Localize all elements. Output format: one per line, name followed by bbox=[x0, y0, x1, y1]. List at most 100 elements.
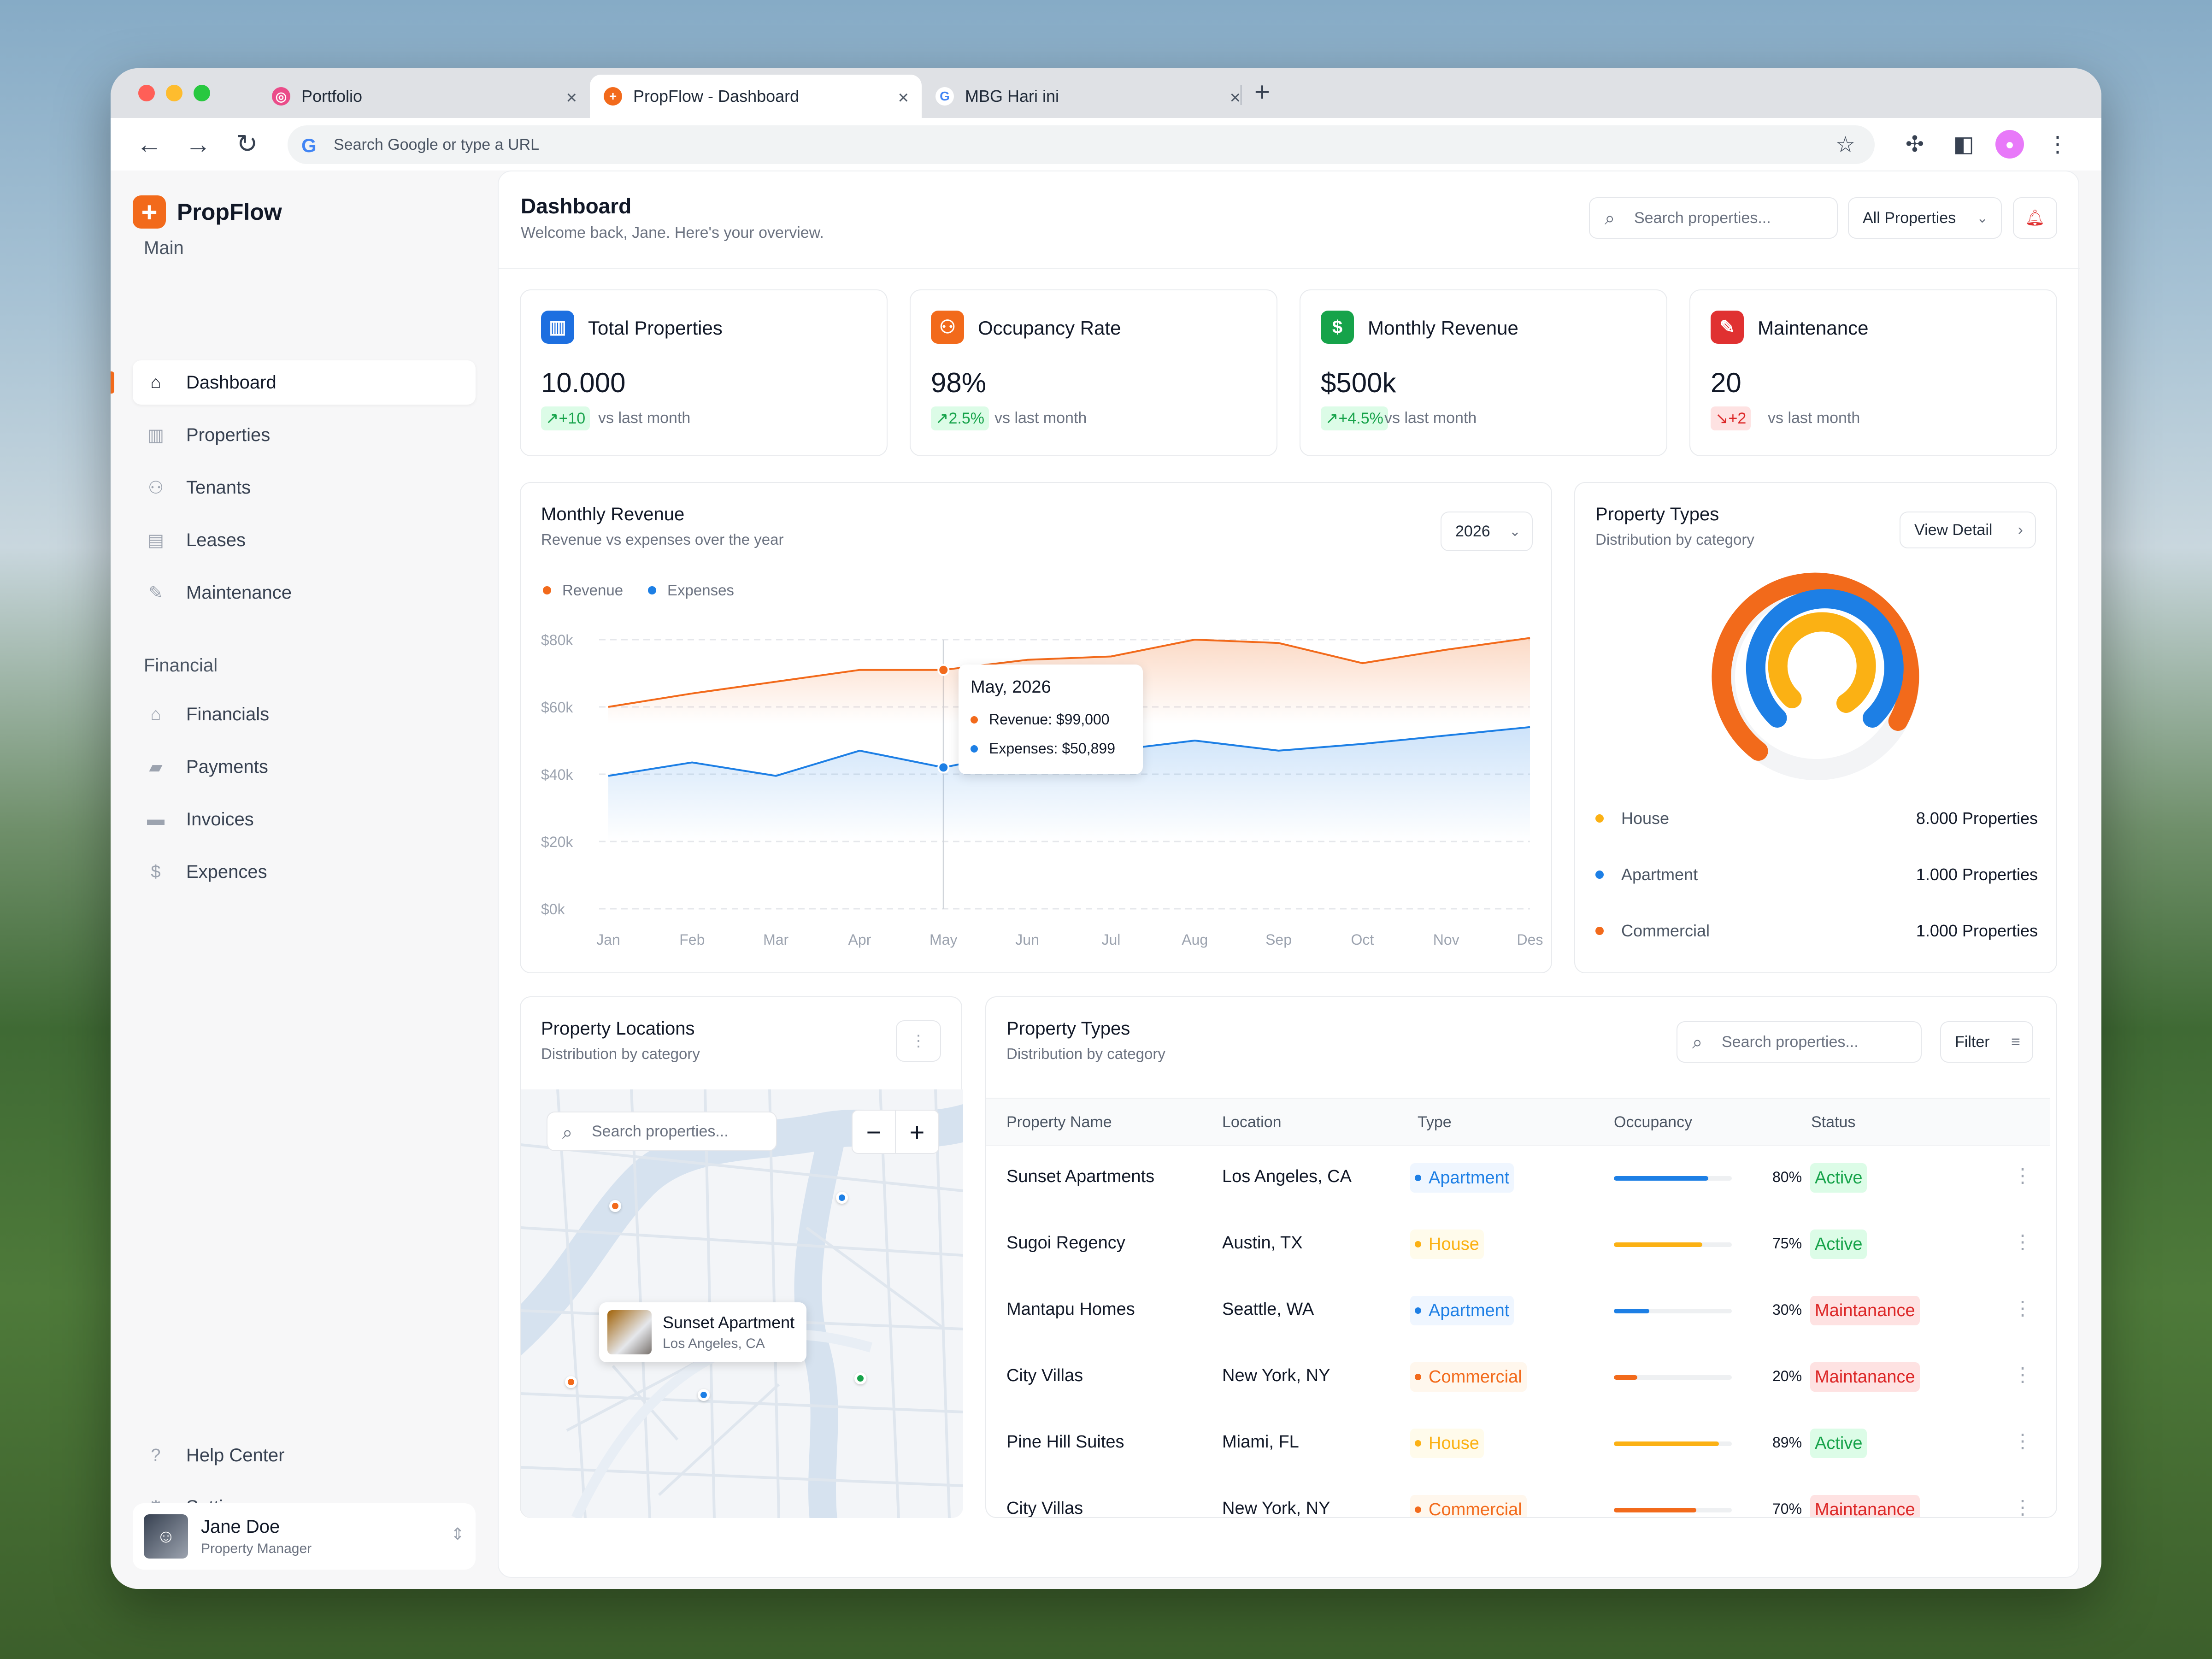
minimize-window-button[interactable] bbox=[166, 85, 182, 101]
property-filter-select[interactable]: All Properties ⌄ bbox=[1848, 197, 2002, 239]
address-bar[interactable]: G Search Google or type a URL ☆ bbox=[288, 125, 1875, 164]
type-badge: Apartment bbox=[1410, 1163, 1514, 1193]
search-input[interactable]: ⌕ Search properties... bbox=[1589, 197, 1838, 239]
occupancy-value: 30% bbox=[1772, 1301, 1802, 1318]
column-header[interactable]: Location bbox=[1222, 1113, 1282, 1131]
tab-label: PropFlow - Dashboard bbox=[633, 87, 800, 106]
map-pin[interactable] bbox=[565, 1376, 577, 1388]
map-view[interactable]: ⌕ Search properties... − + Sunset Apartm… bbox=[521, 1089, 963, 1518]
table-row[interactable]: City Villas New York, NY Commercial 20% … bbox=[986, 1345, 2050, 1411]
sidebar-item-leases[interactable]: ▤ Leases bbox=[133, 518, 476, 562]
more-options-button[interactable]: ⋮ bbox=[896, 1020, 941, 1062]
sidebar-item-label: Expences bbox=[186, 861, 267, 882]
sidebar-item-financials[interactable]: ⌂ Financials bbox=[133, 692, 476, 736]
sidebar-item-help-center[interactable]: ? Help Center bbox=[133, 1433, 476, 1477]
stat-card[interactable]: ▥ Total Properties 10.000 ↗ +10 vs last m… bbox=[520, 289, 888, 456]
sidebar-item-tenants[interactable]: ⚇ Tenants bbox=[133, 465, 476, 510]
stat-label: Monthly Revenue bbox=[1368, 317, 1518, 339]
sidebar-item-invoices[interactable]: ▬ Invoices bbox=[133, 797, 476, 841]
sidebar-item-label: Financials bbox=[186, 704, 270, 724]
chevron-down-icon: ⌄ bbox=[1976, 210, 1988, 226]
column-header[interactable]: Type bbox=[1418, 1113, 1452, 1131]
bookmark-star-icon[interactable]: ☆ bbox=[1835, 132, 1855, 158]
legend-dot bbox=[1595, 871, 1604, 879]
stat-card[interactable]: ✎ Maintenance 20 ↘ +2 vs last month bbox=[1689, 289, 2057, 456]
profile-avatar-icon[interactable]: ● bbox=[1995, 130, 2024, 159]
trend-down-icon: ↘ bbox=[1715, 410, 1729, 427]
tab-propflow[interactable]: + PropFlow - Dashboard × bbox=[590, 75, 922, 118]
tab-mbg[interactable]: G MBG Hari ini × bbox=[922, 75, 1253, 118]
close-window-button[interactable] bbox=[138, 85, 155, 101]
type-badge: House bbox=[1410, 1230, 1484, 1259]
y-tick-label: $60k bbox=[541, 699, 573, 716]
chevron-right-icon: › bbox=[2018, 521, 2023, 539]
maximize-window-button[interactable] bbox=[194, 85, 210, 101]
extensions-icon[interactable]: ✣ bbox=[1899, 128, 1931, 160]
map-pin[interactable] bbox=[836, 1192, 848, 1204]
propflow-icon: + bbox=[604, 87, 622, 106]
tooltip-dot bbox=[971, 745, 978, 753]
side-panel-icon[interactable]: ◧ bbox=[1947, 128, 1980, 160]
map-pin[interactable] bbox=[609, 1200, 621, 1212]
table-row[interactable]: Sunset Apartments Los Angeles, CA Apartm… bbox=[986, 1146, 2050, 1212]
map-pin[interactable] bbox=[854, 1372, 866, 1384]
x-tick-label: Des bbox=[1517, 931, 1543, 948]
row-menu-icon[interactable]: ⋮ bbox=[2013, 1430, 2032, 1452]
type-label: House bbox=[1429, 1433, 1479, 1453]
stat-comparison: vs last month bbox=[1384, 409, 1477, 427]
map-pin-selected[interactable] bbox=[698, 1389, 710, 1401]
type-value: 1.000 Properties bbox=[1916, 921, 2038, 940]
y-tick-label: $20k bbox=[541, 834, 573, 850]
close-tab-icon[interactable]: × bbox=[898, 88, 909, 108]
home-icon: ⌂ bbox=[150, 372, 161, 392]
search-icon: ⌕ bbox=[1605, 208, 1615, 229]
tab-bar: ◎ Portfolio × + PropFlow - Dashboard × G… bbox=[111, 68, 2101, 118]
back-icon[interactable]: ← bbox=[132, 126, 167, 161]
sidebar-item-expences[interactable]: $ Expences bbox=[133, 850, 476, 894]
notifications-button[interactable]: 🔔︎ bbox=[2013, 197, 2057, 239]
filter-button[interactable]: Filter ≡ bbox=[1940, 1021, 2033, 1063]
type-dot bbox=[1415, 1440, 1421, 1447]
reload-icon[interactable]: ↻ bbox=[229, 126, 265, 161]
avatar: ☺ bbox=[144, 1514, 188, 1559]
user-profile[interactable]: ☺ Jane Doe Property Manager ⇕ bbox=[133, 1503, 476, 1570]
forward-icon[interactable]: → bbox=[181, 126, 216, 161]
table-row[interactable]: Sugoi Regency Austin, TX House 75% Activ… bbox=[986, 1212, 2050, 1278]
type-item-apartment: Apartment 1.000 Properties bbox=[1595, 861, 2038, 888]
table-search-input[interactable]: ⌕ Search properties... bbox=[1677, 1021, 1922, 1063]
stat-card[interactable]: $ Monthly Revenue $500k ↗ +4.5% vs last m… bbox=[1300, 289, 1667, 456]
row-menu-icon[interactable]: ⋮ bbox=[2013, 1363, 2032, 1386]
map-search-input[interactable]: ⌕ Search properties... bbox=[547, 1112, 777, 1151]
zoom-in-button[interactable]: + bbox=[895, 1110, 939, 1154]
row-menu-icon[interactable]: ⋮ bbox=[2013, 1496, 2032, 1517]
close-tab-icon[interactable]: × bbox=[1230, 88, 1241, 108]
more-menu-icon[interactable]: ⋮ bbox=[2041, 128, 2074, 160]
sidebar-item-dashboard[interactable]: ⌂ Dashboard bbox=[133, 360, 476, 405]
app-logo[interactable]: + PropFlow bbox=[133, 195, 282, 229]
tooltip-expenses-text: Expenses: $50,899 bbox=[989, 740, 1115, 757]
status-badge: Maintanance bbox=[1810, 1362, 1920, 1392]
zoom-out-button[interactable]: − bbox=[852, 1110, 896, 1154]
column-header[interactable]: Property Name bbox=[1006, 1113, 1112, 1131]
tab-portfolio[interactable]: ◎ Portfolio × bbox=[258, 75, 590, 118]
table-row[interactable]: Mantapu Homes Seattle, WA Apartment 30% … bbox=[986, 1278, 2050, 1345]
sidebar-item-maintenance[interactable]: ✎ Maintenance bbox=[133, 571, 476, 615]
map-popup[interactable]: Sunset Apartment Los Angeles, CA bbox=[599, 1302, 806, 1362]
stat-card[interactable]: ⚇ Occupancy Rate 98% ↗ 2.5% vs last month bbox=[910, 289, 1277, 456]
view-detail-button[interactable]: View Detail › bbox=[1900, 512, 2036, 548]
trend-up-icon: ↗ bbox=[546, 410, 559, 427]
table-row[interactable]: Pine Hill Suites Miami, FL House 89% Act… bbox=[986, 1411, 2050, 1477]
section-financial-label: Financial bbox=[144, 655, 218, 676]
row-menu-icon[interactable]: ⋮ bbox=[2013, 1164, 2032, 1187]
new-tab-icon[interactable]: + bbox=[1254, 76, 1270, 107]
column-header[interactable]: Status bbox=[1811, 1113, 1855, 1131]
row-menu-icon[interactable]: ⋮ bbox=[2013, 1230, 2032, 1253]
sidebar-item-payments[interactable]: ▰ Payments bbox=[133, 745, 476, 789]
sidebar-item-properties[interactable]: ▥ Properties bbox=[133, 413, 476, 457]
row-menu-icon[interactable]: ⋮ bbox=[2013, 1297, 2032, 1319]
close-tab-icon[interactable]: × bbox=[566, 88, 577, 108]
document-icon: ▤ bbox=[147, 530, 164, 550]
table-row[interactable]: City Villas New York, NY Commercial 70% … bbox=[986, 1477, 2050, 1517]
bell-icon: 🔔︎ bbox=[2025, 209, 2045, 227]
column-header[interactable]: Occupancy bbox=[1614, 1113, 1692, 1131]
